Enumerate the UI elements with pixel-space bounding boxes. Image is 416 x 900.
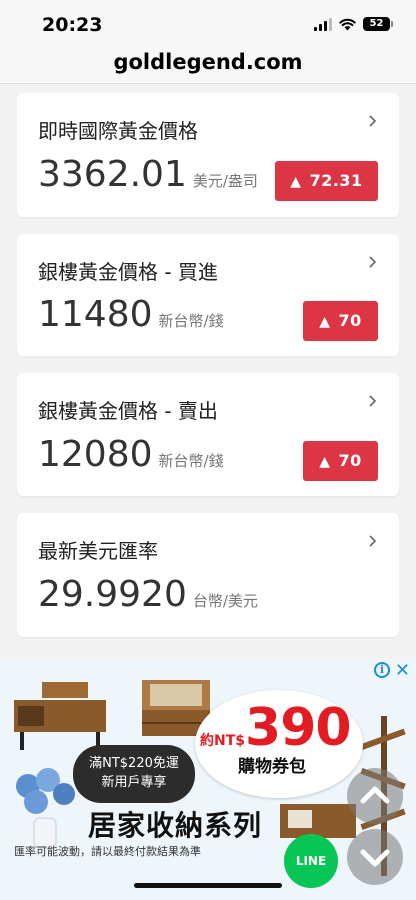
home-indicator xyxy=(134,883,282,888)
card-title: 銀樓黃金價格 - 買進 xyxy=(38,260,218,284)
ad-price-prefix: 約NT$ xyxy=(200,733,246,749)
price-value: 29.9920 xyxy=(38,574,187,615)
ad-voucher-label: 購物券包 xyxy=(238,757,306,777)
price-row: 11480 新台幣/錢 xyxy=(38,295,224,341)
ad-headline: 居家收納系列 xyxy=(82,804,269,844)
chevron-right-icon xyxy=(369,535,377,547)
card-title: 即時國際黃金價格 xyxy=(38,119,198,143)
chevron-right-icon xyxy=(369,115,377,127)
ad-promo-line2: 新用戶專享 xyxy=(101,775,167,790)
price-unit: 新台幣/錢 xyxy=(158,452,224,470)
ad-close-icon[interactable]: ✕ xyxy=(395,660,410,681)
price-unit: 台幣/美元 xyxy=(192,592,258,610)
card-title: 最新美元匯率 xyxy=(38,539,158,563)
scroll-down-button[interactable] xyxy=(347,829,403,885)
change-badge: ▲ 70 xyxy=(303,301,378,341)
signal-icon xyxy=(314,17,332,31)
price-row: 29.9920 台幣/美元 xyxy=(38,575,258,621)
chevron-right-icon xyxy=(369,256,377,268)
change-value: 70 xyxy=(338,451,362,470)
chevron-down-icon xyxy=(360,849,390,867)
card-sell-price[interactable]: 銀樓黃金價格 - 賣出 12080 新台幣/錢 ▲ 70 xyxy=(17,373,399,496)
wifi-icon xyxy=(339,18,356,30)
chevron-right-icon xyxy=(369,395,377,407)
up-arrow-icon: ▲ xyxy=(319,314,331,330)
ad-promo-bubble: 滿NT$220免運 新用戶專享 xyxy=(73,745,195,803)
chevron-up-icon xyxy=(360,786,390,804)
price-row: 12080 新台幣/錢 xyxy=(38,435,224,481)
card-buy-price[interactable]: 銀樓黃金價格 - 買進 11480 新台幣/錢 ▲ 70 xyxy=(17,234,399,356)
card-usd-rate[interactable]: 最新美元匯率 29.9920 台幣/美元 xyxy=(17,513,399,637)
price-unit: 美元/盎司 xyxy=(192,172,258,190)
price-value: 12080 xyxy=(38,434,153,475)
ad-promo-line1: 滿NT$220免運 xyxy=(89,756,179,771)
up-arrow-icon: ▲ xyxy=(290,174,302,190)
up-arrow-icon: ▲ xyxy=(319,454,331,470)
ad-price: 約NT$390 xyxy=(200,698,352,758)
line-button[interactable]: LINE xyxy=(284,834,338,888)
change-badge: ▲ 72.31 xyxy=(275,161,378,201)
scroll-up-button[interactable] xyxy=(347,768,403,824)
ad-info-icon[interactable]: i xyxy=(374,662,390,678)
address-bar[interactable]: goldlegend.com xyxy=(0,44,416,84)
price-row: 3362.01 美元/盎司 xyxy=(38,155,258,201)
status-icons: 52 xyxy=(314,17,393,31)
change-value: 70 xyxy=(338,311,362,330)
status-time: 20:23 xyxy=(42,14,103,36)
change-value: 72.31 xyxy=(309,171,363,190)
url-text: goldlegend.com xyxy=(113,50,303,74)
ad-disclaimer: 匯率可能波動，請以最終付款結果為準 xyxy=(14,845,201,858)
price-value: 11480 xyxy=(38,294,153,335)
furniture-table-image xyxy=(14,682,106,750)
ad-price-value: 390 xyxy=(245,698,352,758)
change-badge: ▲ 70 xyxy=(303,441,378,481)
status-bar: 20:23 52 xyxy=(0,0,416,44)
price-value: 3362.01 xyxy=(38,154,187,195)
battery-icon: 52 xyxy=(363,17,393,31)
card-international-gold[interactable]: 即時國際黃金價格 3362.01 美元/盎司 ▲ 72.31 xyxy=(17,93,399,217)
card-title: 銀樓黃金價格 - 賣出 xyxy=(38,399,218,423)
price-unit: 新台幣/錢 xyxy=(158,312,224,330)
